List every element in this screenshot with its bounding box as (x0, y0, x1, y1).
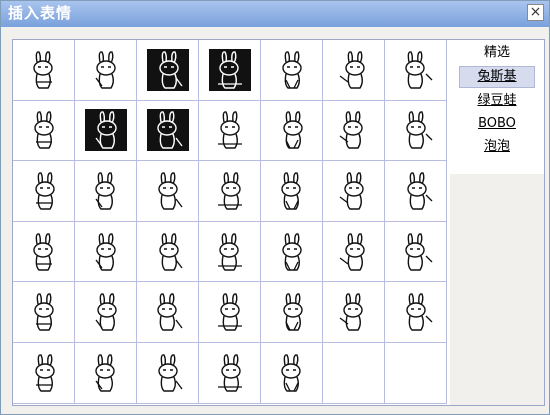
tuzki-rabbit-icon (158, 232, 183, 271)
tuzki-rabbit-icon (405, 111, 432, 150)
emoticon-cell[interactable] (75, 161, 137, 222)
emoticon-cell[interactable] (323, 221, 385, 283)
tuzki-rabbit-icon (339, 293, 363, 331)
emoticon-cell[interactable] (13, 161, 75, 222)
emoticon-cell[interactable] (199, 100, 261, 162)
tuzki-rabbit-icon (32, 232, 53, 271)
tuzki-rabbit-icon (32, 51, 53, 89)
tuzki-rabbit-icon (34, 172, 55, 210)
emoticon-cell[interactable] (137, 342, 199, 404)
tuzki-rabbit-icon (282, 293, 303, 331)
tuzki-rabbit-icon (94, 51, 116, 89)
tuzki-rabbit-icon (208, 48, 251, 91)
tuzki-rabbit-icon (404, 232, 432, 271)
tuzki-rabbit-icon (217, 172, 242, 210)
close-button[interactable]: × (527, 4, 544, 21)
emoticon-cell[interactable] (75, 40, 137, 101)
emoticon-cell[interactable] (323, 40, 385, 101)
emoticon-cell[interactable] (385, 100, 447, 162)
emoticon-cell[interactable] (137, 221, 199, 283)
category-lvdouwa[interactable]: 绿豆蛙 (461, 91, 533, 111)
tuzki-rabbit-icon (282, 111, 303, 150)
emoticon-cell[interactable] (199, 282, 261, 343)
emoticon-cell[interactable] (75, 100, 137, 162)
emoticon-cell[interactable] (13, 342, 75, 404)
category-list: 精选 兔斯基 绿豆蛙 BOBO 泡泡 (450, 40, 544, 174)
tuzki-rabbit-icon (280, 354, 301, 392)
emoticon-cell[interactable] (75, 342, 137, 404)
tuzki-rabbit-icon (34, 354, 55, 392)
tuzki-rabbit-icon (146, 48, 189, 91)
emoticon-cell[interactable] (385, 161, 447, 222)
tuzki-rabbit-icon (146, 109, 189, 152)
dialog-title: 插入表情 (8, 4, 73, 22)
tuzki-rabbit-icon (94, 293, 117, 331)
emoticon-cell[interactable] (13, 40, 75, 101)
emoticon-cell[interactable] (385, 221, 447, 283)
emoticon-cell[interactable] (261, 40, 323, 101)
tuzki-rabbit-icon (339, 232, 365, 271)
tuzki-rabbit-icon (33, 293, 54, 331)
category-bobo[interactable]: BOBO (461, 114, 533, 134)
tuzki-rabbit-icon (281, 51, 302, 89)
emoticon-cell[interactable] (75, 221, 137, 283)
emoticon-cell[interactable] (323, 282, 385, 343)
insert-emoticon-dialog: 插入表情 × 精选 兔斯基 绿豆蛙 BOBO 泡泡 (0, 0, 550, 415)
emoticon-cell[interactable] (199, 40, 261, 101)
emoticon-grid (13, 40, 447, 404)
tuzki-rabbit-icon (217, 111, 242, 150)
emoticon-cell[interactable] (323, 161, 385, 222)
emoticon-cell[interactable] (13, 100, 75, 162)
emoticon-cell[interactable] (323, 100, 385, 162)
empty-cell (385, 342, 447, 404)
tuzki-rabbit-icon (339, 51, 365, 89)
empty-cell (323, 342, 385, 404)
emoticon-cell[interactable] (199, 342, 261, 404)
tuzki-rabbit-icon (157, 354, 183, 392)
emoticon-cell[interactable] (385, 282, 447, 343)
emoticon-cell[interactable] (137, 100, 199, 162)
tuzki-rabbit-icon (280, 172, 301, 210)
tuzki-rabbit-icon (339, 111, 363, 150)
close-icon: × (529, 4, 542, 20)
tuzki-rabbit-icon (156, 293, 183, 331)
tuzki-rabbit-icon (94, 232, 116, 271)
tuzki-rabbit-icon (217, 293, 242, 331)
tuzki-rabbit-icon (217, 354, 242, 392)
emoticon-cell[interactable] (137, 282, 199, 343)
emoticon-cell[interactable] (385, 40, 447, 101)
tuzki-rabbit-icon (94, 172, 115, 210)
tuzki-rabbit-icon (339, 172, 364, 210)
emoticon-cell[interactable] (199, 221, 261, 283)
tuzki-rabbit-icon (94, 354, 115, 392)
emoticon-cell[interactable] (75, 282, 137, 343)
category-tusiji[interactable]: 兔斯基 (459, 66, 535, 88)
title-bar: 插入表情 × (1, 1, 549, 27)
tuzki-rabbit-icon (33, 111, 54, 150)
emoticon-cell[interactable] (13, 221, 75, 283)
emoticon-cell[interactable] (261, 100, 323, 162)
emoticon-cell[interactable] (137, 161, 199, 222)
emoticon-cell[interactable] (199, 161, 261, 222)
emoticon-cell[interactable] (13, 282, 75, 343)
tuzki-rabbit-icon (217, 232, 242, 271)
tuzki-rabbit-icon (406, 172, 432, 210)
tuzki-rabbit-icon (157, 172, 183, 210)
emoticon-cell[interactable] (261, 161, 323, 222)
category-panel-background (450, 174, 544, 405)
emoticon-cell[interactable] (261, 282, 323, 343)
emoticon-cell[interactable] (137, 40, 199, 101)
tuzki-rabbit-icon (84, 109, 127, 152)
emoticon-panel: 精选 兔斯基 绿豆蛙 BOBO 泡泡 (12, 39, 545, 406)
emoticon-cell[interactable] (261, 342, 323, 404)
category-paopao[interactable]: 泡泡 (461, 137, 533, 157)
category-jingxuan[interactable]: 精选 (461, 43, 533, 63)
tuzki-rabbit-icon (405, 293, 432, 331)
tuzki-rabbit-icon (281, 232, 302, 271)
emoticon-cell[interactable] (261, 221, 323, 283)
tuzki-rabbit-icon (404, 51, 432, 89)
